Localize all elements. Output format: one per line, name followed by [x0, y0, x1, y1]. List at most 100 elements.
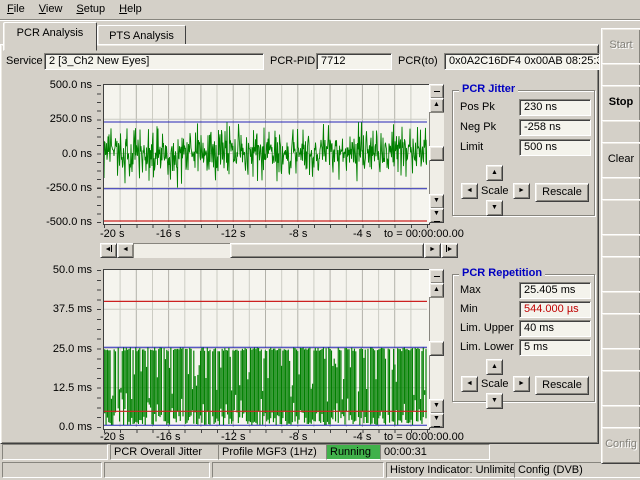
arrow-right-icon: ► [518, 380, 525, 387]
jitter-ytick-n250: -250.0 ns [26, 182, 92, 194]
arrow-left-icon: ◄ [466, 187, 473, 194]
rep-scale-label: Scale [481, 376, 509, 393]
arrow-up-icon: ▲ [491, 169, 498, 176]
jitter-rescale-button[interactable]: Rescale [535, 183, 589, 202]
arrow-up-icon: ▲ [491, 363, 498, 370]
jitter-scale-up-button[interactable]: ▲ [486, 165, 503, 181]
rep-ytick-50: 50.0 ms [26, 264, 92, 276]
rep-scroll-top-button[interactable]: ▲ [429, 269, 444, 284]
jitter-scroll-thumb[interactable] [429, 146, 444, 161]
pcr-jitter-title: PCR Jitter [459, 83, 518, 95]
status-elapsed-time: 00:00:31 [380, 444, 490, 460]
pcr-jitter-groupbox: PCR Jitter Pos Pk 230 ns Neg Pk -258 ns … [452, 90, 595, 216]
arrow-left-icon: ◄ [122, 246, 129, 253]
jitter-scroll-up-button[interactable]: ▲ [429, 98, 444, 113]
lim-upper-value: 40 ms [519, 320, 591, 337]
status-mode: PCR Overall Jitter [110, 444, 219, 460]
rep-rescale-button[interactable]: Rescale [535, 376, 589, 395]
jitter-xaxis-end-label: to = 00:00:00.00 [384, 229, 464, 240]
menu-help[interactable]: Help [112, 0, 149, 18]
lim-lower-label: Lim. Lower [460, 339, 514, 356]
rep-xtick-n16: -16 s [156, 432, 180, 443]
status2-cell-empty-3 [212, 462, 384, 478]
jitter-scale-label: Scale [481, 183, 509, 200]
scroll-far-left-button[interactable]: ◄ [100, 243, 117, 258]
status-profile: Profile MGF3 (1Hz) [218, 444, 327, 460]
rep-ytick-37: 37.5 ms [26, 303, 92, 315]
pcr-to-field[interactable]: 0x0A2C16DF4 0x00AB 08:25:3 [444, 53, 600, 70]
rep-scale-left-button[interactable]: ◄ [461, 376, 478, 392]
application-window: FileViewSetupHelp PTS Analysis PCR Analy… [0, 0, 640, 480]
jitter-y-ticks [97, 85, 101, 223]
neg-pk-value: -258 ns [519, 119, 591, 136]
menu-file[interactable]: File [0, 0, 32, 18]
arrow-down-icon: ▼ [433, 402, 440, 409]
jitter-scale-left-button[interactable]: ◄ [461, 183, 478, 199]
rep-scroll-down-button[interactable]: ▼ [429, 399, 444, 414]
time-hscrollbar[interactable]: ◄ ◄ ► ► [100, 243, 456, 258]
side-blank-4 [601, 199, 640, 236]
menu-bar: FileViewSetupHelp [0, 0, 640, 21]
rep-scale-right-button[interactable]: ► [513, 376, 530, 392]
rep-scroll-up-button[interactable]: ▲ [429, 283, 444, 298]
jitter-scroll-bottom-button[interactable]: ▼ [429, 208, 444, 223]
service-field[interactable]: 2 [3_Ch2 New Eyes] [44, 53, 264, 70]
rep-scale-up-button[interactable]: ▲ [486, 359, 503, 375]
rep-scroll-bottom-button[interactable]: ▼ [429, 413, 444, 428]
rep-min-value: 544.000 µs [519, 301, 591, 318]
status-state-badge: Running [326, 444, 381, 460]
scroll-right-button[interactable]: ► [424, 243, 441, 258]
status-cell-empty-1 [2, 444, 108, 460]
side-blank-2 [601, 120, 640, 144]
side-blank-8 [601, 313, 640, 350]
menu-view[interactable]: View [32, 0, 70, 18]
jitter-vscrollbar[interactable]: ▲ ▲ ▼ ▼ [429, 84, 444, 223]
menu-setup[interactable]: Setup [69, 0, 112, 18]
arrow-down-icon: ▼ [491, 204, 498, 211]
scroll-bottom-icon: ▼ [433, 415, 440, 432]
jitter-scale-right-button[interactable]: ► [513, 183, 530, 199]
scroll-far-left-icon: ◄ [105, 246, 113, 253]
side-blank-5 [601, 234, 640, 258]
jitter-xtick-n4: -4 s [353, 229, 371, 240]
rep-vscrollbar[interactable]: ▲ ▲ ▼ ▼ [429, 269, 444, 428]
pcr-pid-field[interactable]: 7712 [316, 53, 392, 70]
status-config-standard: Config (DVB) [514, 462, 640, 478]
rep-ytick-12: 12.5 ms [26, 382, 92, 394]
tab-pcr-analysis[interactable]: PCR Analysis [3, 22, 97, 51]
lim-lower-value: 5 ms [519, 339, 591, 356]
rep-scale-down-button[interactable]: ▼ [486, 393, 503, 409]
rep-ytick-25: 25.0 ms [26, 343, 92, 355]
jitter-xtick-n8: -8 s [289, 229, 307, 240]
jitter-limit-label: Limit [460, 139, 483, 156]
rep-xtick-n8: -8 s [289, 432, 307, 443]
rep-y-ticks [97, 270, 101, 428]
jitter-scroll-top-button[interactable]: ▲ [429, 84, 444, 99]
jitter-ytick-250: 250.0 ns [26, 113, 92, 125]
side-blank-10 [601, 370, 640, 407]
arrow-left-icon: ◄ [466, 380, 473, 387]
jitter-scale-down-button[interactable]: ▼ [486, 200, 503, 216]
jitter-ytick-500: 500.0 ns [26, 79, 92, 91]
clear-button[interactable]: Clear [601, 142, 640, 179]
jitter-scroll-down-button[interactable]: ▼ [429, 194, 444, 209]
hscroll-thumb[interactable] [230, 243, 424, 258]
start-button[interactable]: Start [601, 28, 640, 65]
scroll-left-button[interactable]: ◄ [117, 243, 134, 258]
rep-xtick-n20: -20 s [100, 432, 124, 443]
status2-cell-empty-1 [2, 462, 102, 478]
rep-scroll-thumb[interactable] [429, 341, 444, 356]
arrow-right-icon: ► [518, 187, 525, 194]
pcr-pid-label: PCR-PID [270, 55, 315, 67]
scroll-far-right-button[interactable]: ► [441, 243, 458, 258]
side-blank-6 [601, 256, 640, 293]
pcr-repetition-title: PCR Repetition [459, 267, 545, 279]
pcr-to-label: PCR(to) [398, 55, 438, 67]
arrow-up-icon: ▲ [433, 101, 440, 108]
repetition-chart [103, 269, 430, 430]
rep-xtick-n12: -12 s [221, 432, 245, 443]
lim-upper-label: Lim. Upper [460, 320, 514, 337]
config-button[interactable]: Config [601, 427, 640, 464]
stop-button[interactable]: Stop [601, 85, 640, 122]
status-history-indicator: History Indicator: Unlimited [386, 462, 515, 478]
